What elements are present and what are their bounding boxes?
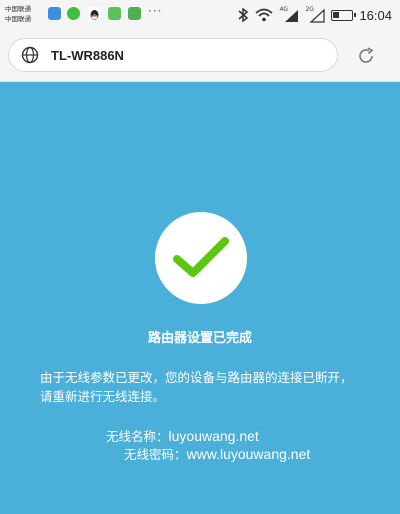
status-right: 4G 2G 16:04 (237, 5, 392, 25)
wechat-app-icon (67, 7, 80, 20)
status-bar: 中国联通 中国联通 ··· 4G 2G 16:04 (0, 0, 400, 30)
carrier-line-1: 中国联通 (5, 5, 31, 13)
message-app-icon (108, 7, 121, 20)
signal-4g-icon: 4G (279, 6, 299, 23)
browser-app-icon (48, 7, 61, 20)
disconnect-message: 由于无线参数已更改，您的设备与路由器的连接已断开，请重新进行无线连接。 (40, 370, 353, 404)
signal-4g-label: 4G (279, 6, 288, 13)
ssid-row: 无线名称：luyouwang.net (106, 426, 259, 445)
signal-2g-label: 2G (305, 6, 314, 13)
qq-app-icon (88, 7, 101, 20)
password-label: 无线密码： (124, 447, 187, 462)
url-text: TL-WR886N (51, 47, 124, 63)
ssid-label: 无线名称： (106, 429, 169, 444)
photo-app-icon (128, 7, 141, 20)
main-content: 路由器设置已完成 由于无线参数已更改，您的设备与路由器的连接已断开，请重新进行无… (0, 82, 400, 514)
password-row: 无线密码：www.luyouwang.net (124, 444, 310, 463)
check-icon (173, 237, 229, 277)
globe-icon (21, 46, 39, 64)
clock: 16:04 (359, 7, 392, 23)
setup-complete-title: 路由器设置已完成 (147, 331, 252, 346)
signal-2g-icon: 2G (305, 6, 326, 23)
address-bar[interactable]: TL-WR886N (8, 38, 338, 72)
browser-toolbar: TL-WR886N (0, 30, 400, 82)
carrier-label: 中国联通 中国联通 (5, 4, 41, 24)
ssid-value: luyouwang.net (168, 428, 259, 444)
password-value: www.luyouwang.net (186, 446, 311, 462)
battery-icon (331, 9, 357, 21)
more-notifications-icon: ··· (148, 4, 163, 18)
reload-button[interactable] (356, 46, 376, 66)
bluetooth-icon (238, 7, 249, 23)
carrier-line-2: 中国联通 (5, 15, 31, 23)
success-circle (155, 212, 247, 304)
wifi-icon (255, 8, 274, 22)
